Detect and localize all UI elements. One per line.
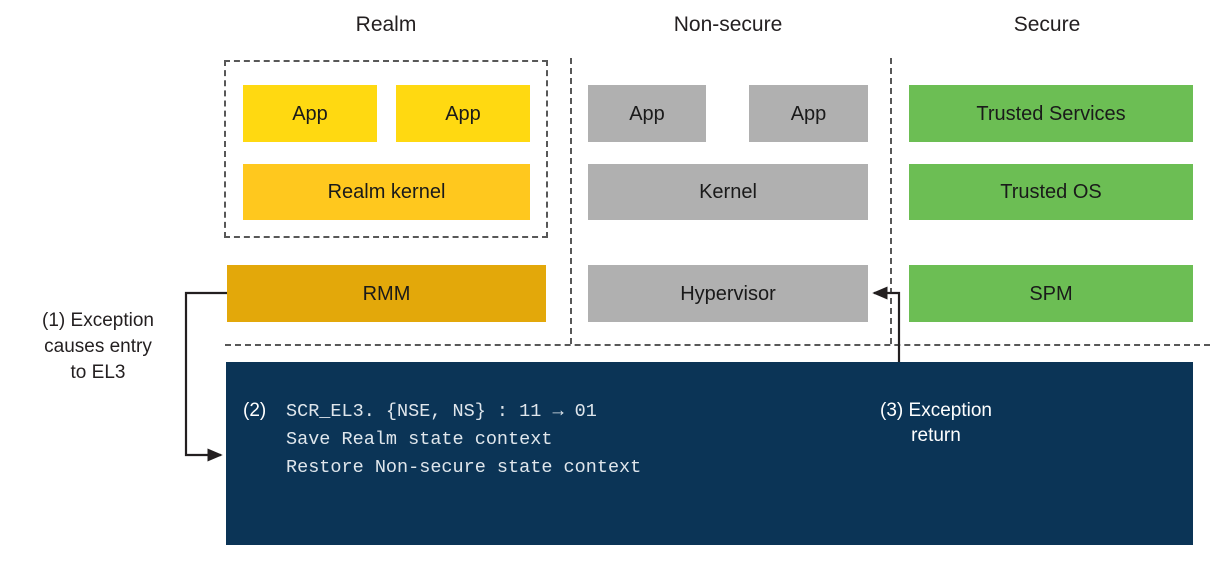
el3-code-line-3: Restore Non-secure state context — [286, 457, 642, 478]
column-title-secure: Secure — [1013, 13, 1081, 36]
realm-app-2[interactable]: App — [396, 85, 530, 142]
trusted-os-block[interactable]: Trusted OS — [909, 164, 1193, 220]
spm-block[interactable]: SPM — [909, 265, 1193, 322]
hypervisor-block[interactable]: Hypervisor — [588, 265, 868, 322]
arrow-exception-return — [872, 286, 901, 362]
non-secure-app-1[interactable]: App — [588, 85, 706, 142]
non-secure-kernel[interactable]: Kernel — [588, 164, 868, 220]
hypervisor-label: Hypervisor — [680, 282, 776, 305]
non-secure-app-2[interactable]: App — [749, 85, 868, 142]
non-secure-kernel-label: Kernel — [699, 181, 757, 203]
realm-kernel-label: Realm kernel — [327, 181, 446, 203]
el3-step-label: (2) — [243, 400, 267, 421]
realm-app-1-label: App — [292, 102, 328, 125]
annotation-step-3: (3) Exception return — [880, 400, 992, 446]
realm-app-2-label: App — [445, 102, 481, 125]
rmm-block[interactable]: RMM — [227, 265, 546, 322]
architecture-diagram: Realm Non-secure Secure App App Realm ke… — [0, 0, 1219, 569]
spm-label: SPM — [1029, 282, 1073, 305]
non-secure-app-2-label: App — [790, 102, 827, 125]
el3-code-line-2: Save Realm state context — [286, 429, 553, 450]
realm-app-1[interactable]: App — [243, 85, 377, 142]
column-title-realm: Realm — [355, 13, 417, 36]
el3-code-line-1: SCR_EL3. {NSE, NS} : 11 → 01 — [286, 401, 597, 422]
rmm-label: RMM — [362, 282, 411, 305]
arrow-exception-entry — [184, 291, 227, 462]
el3-boundary-divider — [225, 344, 1210, 346]
divider-realm-nonsecure — [570, 58, 572, 344]
annotation-step-1: (1) Exception causes entry to EL3 — [42, 310, 154, 383]
column-title-non-secure: Non-secure — [673, 13, 783, 36]
non-secure-app-1-label: App — [629, 102, 665, 125]
trusted-services-label: Trusted Services — [976, 102, 1126, 125]
trusted-services-block[interactable]: Trusted Services — [909, 85, 1193, 142]
realm-kernel[interactable]: Realm kernel — [243, 164, 530, 220]
divider-nonsecure-secure — [890, 58, 892, 344]
trusted-os-label: Trusted OS — [1000, 181, 1102, 203]
